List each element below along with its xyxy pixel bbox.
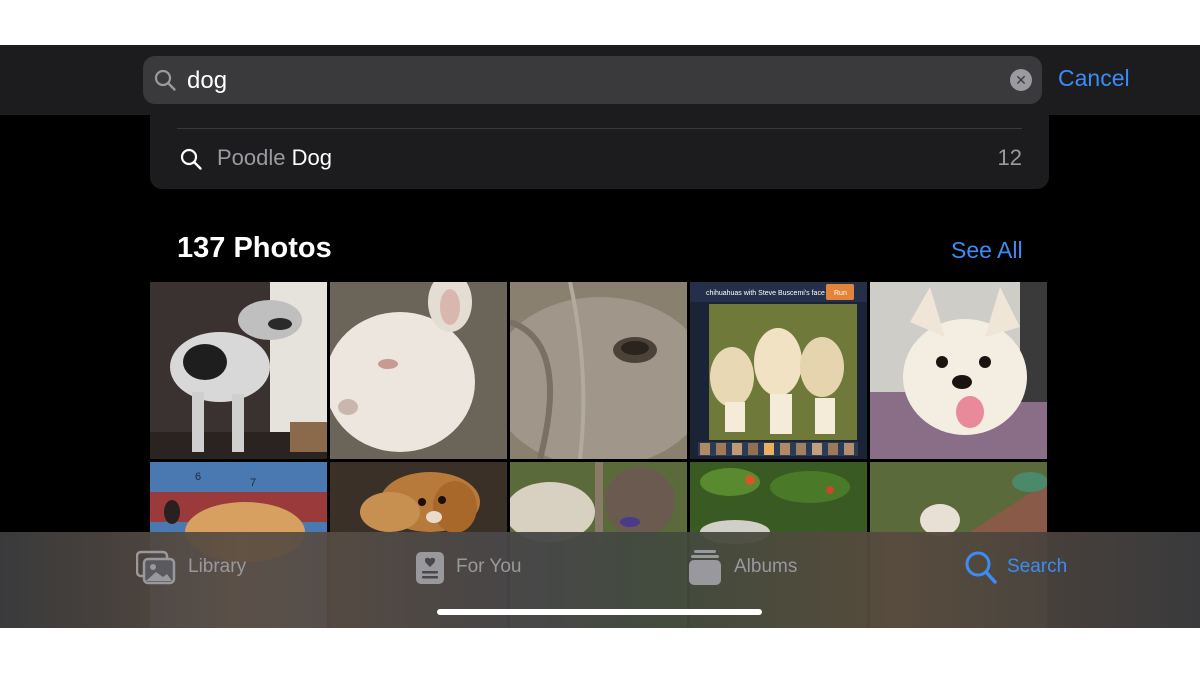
- tab-bar: Library For You Albums Search: [0, 532, 1200, 628]
- tab-label: Albums: [734, 556, 798, 577]
- see-all-link[interactable]: See All: [951, 237, 1023, 264]
- search-icon: [154, 69, 176, 91]
- photo-thumbnail[interactable]: [870, 282, 1047, 459]
- for-you-icon: [416, 552, 444, 584]
- search-input[interactable]: [185, 56, 969, 106]
- photo-library-icon: [136, 550, 176, 585]
- suggestion-match: Dog: [291, 145, 332, 170]
- photo-thumbnail[interactable]: [150, 282, 327, 459]
- chihuahuas-screenshot-photo: chihuahuas with Steve Buscemi's face Run: [690, 282, 867, 459]
- suggestion-count: 12: [997, 145, 1022, 170]
- alpaca-photo: [330, 282, 507, 459]
- close-icon: ✕: [1015, 72, 1027, 88]
- home-indicator: [437, 609, 762, 615]
- search-icon: [965, 551, 997, 584]
- search-icon: [180, 148, 202, 170]
- horse-statue-photo: [150, 282, 327, 459]
- suggestion-prefix: Poodle: [217, 145, 292, 170]
- search-suggestions: Poodle Dog 12: [150, 115, 1049, 189]
- white-dog-photo: [870, 282, 1047, 459]
- svg-text:6: 6: [195, 471, 201, 483]
- tab-label: Search: [1007, 556, 1068, 577]
- photo-thumbnail[interactable]: chihuahuas with Steve Buscemi's face Run: [690, 282, 867, 459]
- thumb-caption: chihuahuas with Steve Buscemi's face: [706, 290, 825, 297]
- suggestion-item[interactable]: Poodle Dog 12: [150, 129, 1049, 189]
- photo-thumbnail[interactable]: [510, 282, 687, 459]
- tab-label: For You: [456, 556, 522, 577]
- svg-text:7: 7: [250, 477, 256, 489]
- photo-thumbnail[interactable]: [330, 282, 507, 459]
- search-header: ✕ Cancel: [0, 45, 1200, 115]
- suggestion-label: Poodle Dog: [217, 145, 332, 171]
- albums-stack-icon: [689, 550, 721, 585]
- tab-label: Library: [188, 556, 247, 577]
- photos-search-screen: ✕ Cancel Poodle Dog 12 137 Photos See Al…: [0, 45, 1200, 628]
- search-field[interactable]: ✕: [143, 56, 1042, 106]
- donkey-closeup-photo: [510, 282, 687, 459]
- clear-search-button[interactable]: ✕: [1010, 69, 1032, 91]
- results-title: 137 Photos: [177, 232, 332, 264]
- thumb-run-label: Run: [834, 290, 847, 297]
- cancel-button[interactable]: Cancel: [1058, 65, 1130, 92]
